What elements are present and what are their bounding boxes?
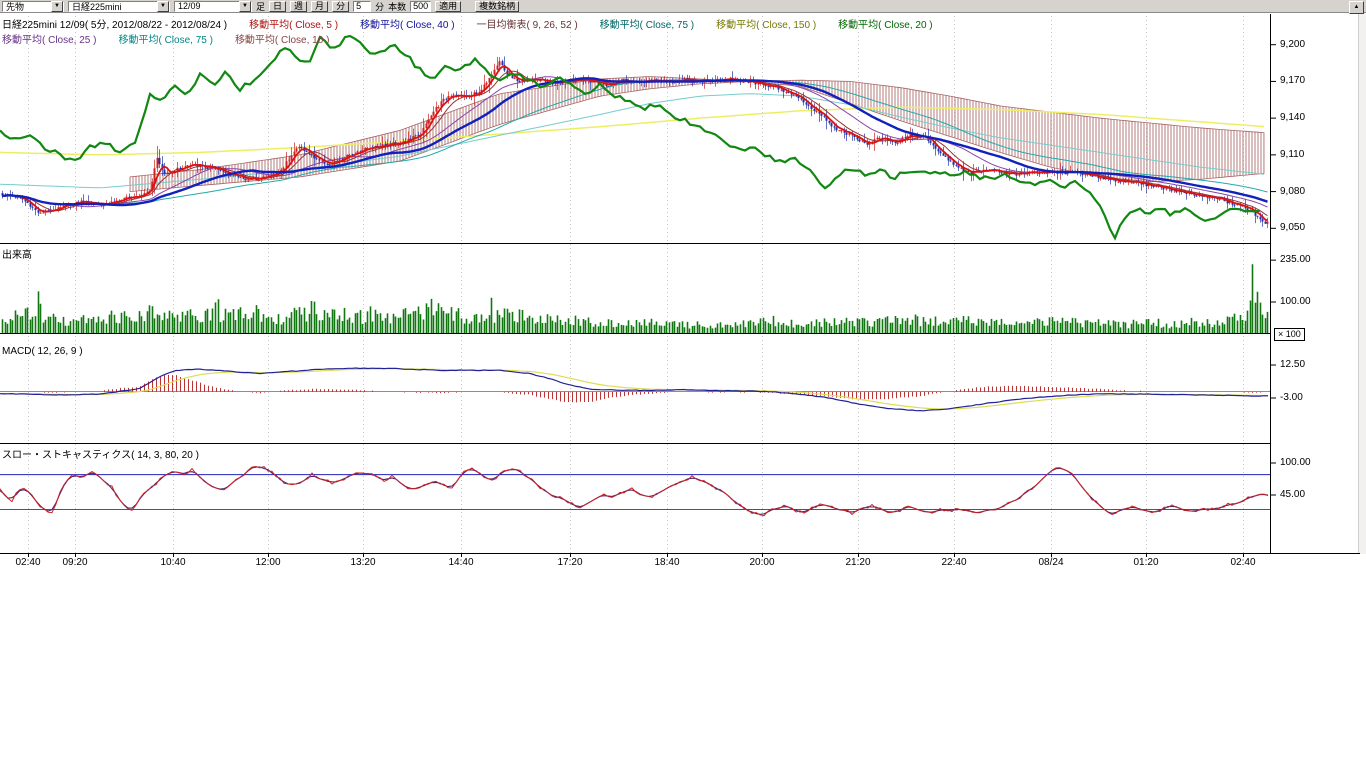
legend-item: 日経225mini 12/09( 5分, 2012/08/22 - 2012/0… [2,20,227,31]
price-tick-label: 9,050 [1280,222,1305,233]
time-tick-label: 10:40 [160,557,185,568]
bars-count-input[interactable]: 500 [410,1,431,12]
time-tick-label: 18:40 [654,557,679,568]
legend-item: 一目均衡表( 9, 26, 52 ) [477,20,578,31]
time-tick-label: 02:40 [15,557,40,568]
bar-type-label: 足 [256,0,265,13]
contract-select[interactable]: 12/09 ▼ [174,1,252,12]
chevron-down-icon: ▼ [239,1,251,12]
instrument-type-value: 先物 [6,0,24,13]
legend-item: 移動平均( Close, 5 ) [249,20,338,31]
time-tick-label: 08/24 [1038,557,1063,568]
chart-application-window: 先物 ▼ 日経225mini ▼ 12/09 ▼ 足 日 週 月 分 5 分 本… [0,0,1366,768]
symbol-select[interactable]: 日経225mini ▼ [68,1,170,12]
legend-item: 移動平均( Close, 10 ) [235,35,329,46]
volume-multiplier-badge: × 100 [1274,328,1305,341]
apply-button[interactable]: 適用 [435,1,461,12]
legend-item: 移動平均( Close, 150 ) [716,20,816,31]
price-tick-label: 9,110 [1280,149,1304,160]
chevron-down-icon: ▼ [157,1,169,12]
chevron-down-icon: ▼ [51,1,63,12]
time-tick-label: 13:20 [350,557,375,568]
time-tick-label: 12:00 [255,557,280,568]
price-tick-label: 9,080 [1280,186,1305,197]
time-tick-label: 14:40 [448,557,473,568]
minute-input[interactable]: 5 [353,1,371,12]
scroll-up-button[interactable]: ▲ [1349,1,1364,14]
volume-tick-label: 235.00 [1280,254,1311,265]
minute-unit-label: 分 [375,0,384,13]
time-tick-label: 01:20 [1133,557,1158,568]
time-tick-label: 20:00 [749,557,774,568]
legend-row-2: 移動平均( Close, 25 ) 移動平均( Close, 75 ) 移動平均( … [2,31,351,46]
instrument-type-select[interactable]: 先物 ▼ [2,1,64,12]
legend-item: 移動平均( Close, 40 ) [360,20,454,31]
time-tick-label: 02:40 [1230,557,1255,568]
time-tick-label: 22:40 [941,557,966,568]
multi-symbol-button[interactable]: 複数銘柄 [475,1,519,12]
price-tick-label: 9,200 [1280,39,1305,50]
stochastics-section-label: スロー・ストキャスティクス( 14, 3, 80, 20 ) [2,446,199,461]
macd-section-label: MACD( 12, 26, 9 ) [2,346,83,357]
period-month-button[interactable]: 月 [311,1,328,12]
volume-tick-label: 100.00 [1280,296,1311,307]
price-tick-label: 9,170 [1280,75,1305,86]
stochastics-tick-label: 100.00 [1280,457,1311,468]
time-tick-label: 21:20 [845,557,870,568]
macd-tick-label: 12.50 [1280,359,1305,370]
legend-item: 移動平均( Close, 75 ) [118,35,212,46]
time-tick-label: 09:20 [62,557,87,568]
legend-item: 移動平均( Close, 25 ) [2,35,96,46]
time-tick-label: 17:20 [557,557,582,568]
macd-tick-label: -3.00 [1280,392,1303,403]
period-day-button[interactable]: 日 [269,1,286,12]
legend-item: 移動平均( Close, 20 ) [838,20,932,31]
price-tick-label: 9,140 [1280,112,1305,123]
period-week-button[interactable]: 週 [290,1,307,12]
bars-count-label: 本数 [388,0,406,13]
legend-item: 移動平均( Close, 75 ) [600,20,694,31]
contract-value: 12/09 [178,1,201,11]
symbol-value: 日経225mini [72,0,122,13]
toolbar: 先物 ▼ 日経225mini ▼ 12/09 ▼ 足 日 週 月 分 5 分 本… [0,0,1366,13]
chart-canvas[interactable] [0,0,1366,768]
legend-row-1: 日経225mini 12/09( 5分, 2012/08/22 - 2012/0… [2,16,955,31]
stochastics-tick-label: 45.00 [1280,489,1305,500]
period-minute-button[interactable]: 分 [332,1,349,12]
volume-section-label: 出来高 [2,246,32,261]
